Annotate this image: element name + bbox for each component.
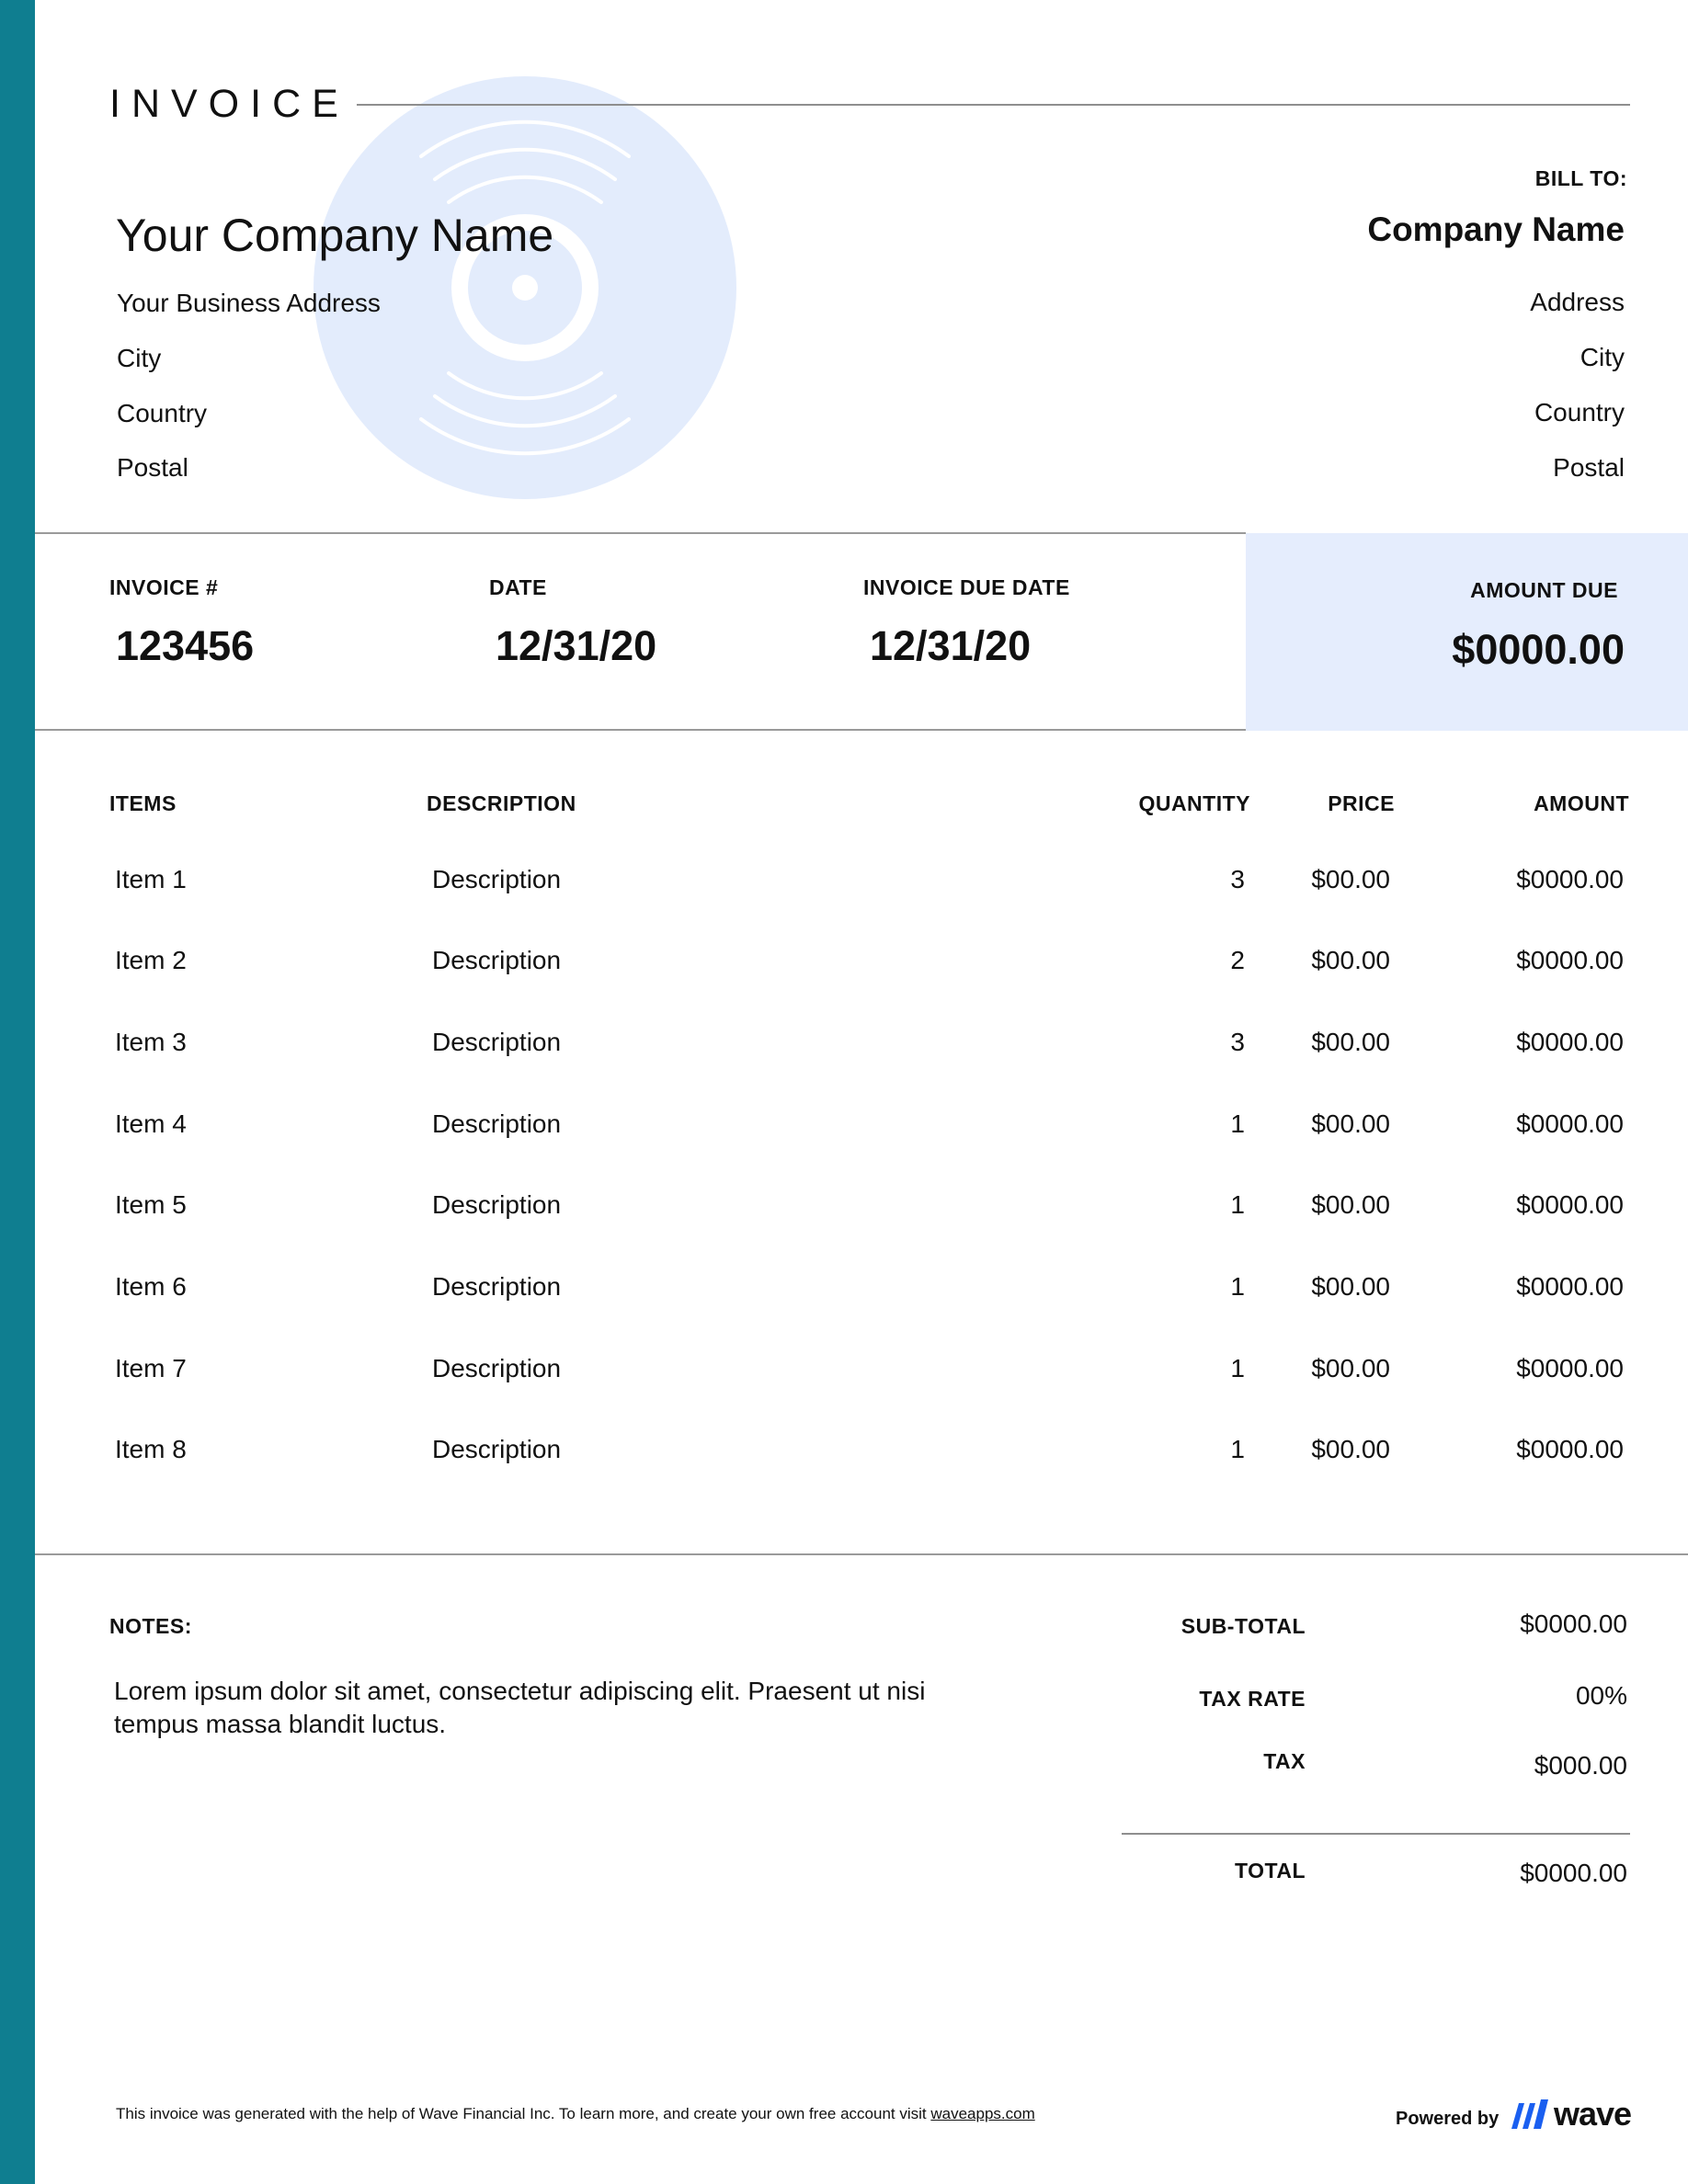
tax-rate-label: TAX RATE (1199, 1687, 1306, 1711)
item-name: Item 8 (115, 1435, 187, 1463)
item-price: $00.00 (1311, 946, 1390, 974)
bill-to-company-name: Company Name (1367, 210, 1625, 248)
item-quantity: 2 (1230, 946, 1245, 974)
amount-due-value: $0000.00 (1452, 626, 1625, 673)
item-amount: $0000.00 (1516, 1435, 1624, 1463)
item-name: Item 2 (115, 946, 187, 974)
item-quantity: 3 (1230, 865, 1245, 893)
item-description: Description (432, 1354, 562, 1382)
footer-disclaimer: This invoice was generated with the help… (116, 2105, 1035, 2123)
item-name: Item 4 (115, 1109, 187, 1138)
title-divider (357, 104, 1630, 106)
column-header-quantity: QUANTITY (1138, 791, 1250, 815)
item-amount: $0000.00 (1516, 1028, 1624, 1056)
item-price: $00.00 (1311, 865, 1390, 893)
item-amount: $0000.00 (1516, 1272, 1624, 1301)
column-header-items: ITEMS (109, 791, 177, 815)
item-description: Description (432, 865, 562, 893)
sender-postal: Postal (117, 453, 188, 482)
item-amount: $0000.00 (1516, 1354, 1624, 1382)
bill-to-city: City (1580, 343, 1625, 371)
item-description: Description (432, 1435, 562, 1463)
item-price: $00.00 (1311, 1109, 1390, 1138)
amount-due-label: AMOUNT DUE (1470, 578, 1618, 602)
invoice-number-label: INVOICE # (109, 575, 219, 599)
item-price: $00.00 (1311, 1435, 1390, 1463)
bill-to-country: Country (1534, 398, 1625, 427)
sender-address: Your Business Address (117, 289, 381, 317)
due-date-label: INVOICE DUE DATE (863, 575, 1070, 599)
wave-brand-wordmark: wave (1554, 2095, 1632, 2133)
item-amount: $0000.00 (1516, 1109, 1624, 1138)
notes-label: NOTES: (109, 1614, 192, 1638)
total-label: TOTAL (1234, 1859, 1306, 1883)
sender-country: Country (117, 399, 208, 427)
item-name: Item 6 (115, 1272, 187, 1301)
notes-text: Lorem ipsum dolor sit amet, consectetur … (114, 1677, 926, 1738)
item-amount: $0000.00 (1516, 1190, 1624, 1219)
item-name: Item 5 (115, 1190, 187, 1219)
date-value: 12/31/20 (496, 622, 657, 669)
item-name: Item 7 (115, 1354, 187, 1382)
total-value: $0000.00 (1520, 1859, 1627, 1887)
item-description: Description (432, 1109, 562, 1138)
column-header-price: PRICE (1328, 791, 1395, 815)
bill-to-address: Address (1530, 288, 1625, 316)
due-date-value: 12/31/20 (870, 622, 1032, 669)
item-price: $00.00 (1311, 1354, 1390, 1382)
item-quantity: 1 (1230, 1109, 1245, 1138)
invoice-title: INVOICE (109, 82, 349, 126)
wave-logo-icon (1511, 2099, 1548, 2129)
item-quantity: 3 (1230, 1028, 1245, 1056)
item-description: Description (432, 1028, 562, 1056)
item-description: Description (432, 1272, 562, 1301)
item-price: $00.00 (1311, 1028, 1390, 1056)
column-header-description: DESCRIPTION (427, 791, 576, 815)
bill-to-postal: Postal (1553, 453, 1625, 482)
item-quantity: 1 (1230, 1272, 1245, 1301)
column-header-amount: AMOUNT (1534, 791, 1629, 815)
item-price: $00.00 (1311, 1190, 1390, 1219)
sender-city: City (117, 344, 162, 372)
powered-by-label: Powered by (1396, 2109, 1500, 2129)
sender-company-name: Your Company Name (116, 210, 554, 261)
meta-top-divider (35, 532, 1246, 534)
table-bottom-divider (35, 1553, 1688, 1555)
bill-to-label: BILL TO: (1534, 166, 1627, 190)
waveapps-link[interactable]: waveapps.com (930, 2105, 1034, 2122)
item-quantity: 1 (1230, 1190, 1245, 1219)
sidebar-accent-bar (0, 0, 35, 2184)
item-description: Description (432, 1190, 562, 1219)
footer-text: This invoice was generated with the help… (116, 2105, 931, 2122)
tax-value: $000.00 (1534, 1751, 1627, 1780)
item-description: Description (432, 946, 562, 974)
item-price: $00.00 (1311, 1272, 1390, 1301)
tax-rate-value: 00% (1575, 1681, 1627, 1710)
invoice-number-value: 123456 (116, 622, 255, 669)
item-quantity: 1 (1230, 1435, 1245, 1463)
total-divider (1122, 1833, 1630, 1835)
item-amount: $0000.00 (1516, 865, 1624, 893)
item-quantity: 1 (1230, 1354, 1245, 1382)
subtotal-value: $0000.00 (1520, 1610, 1627, 1638)
tax-label: TAX (1263, 1749, 1306, 1773)
subtotal-label: SUB-TOTAL (1180, 1614, 1306, 1638)
item-name: Item 3 (115, 1028, 187, 1056)
date-label: DATE (489, 575, 547, 599)
meta-bottom-divider (35, 729, 1246, 731)
item-amount: $0000.00 (1516, 946, 1624, 974)
item-name: Item 1 (115, 865, 187, 893)
